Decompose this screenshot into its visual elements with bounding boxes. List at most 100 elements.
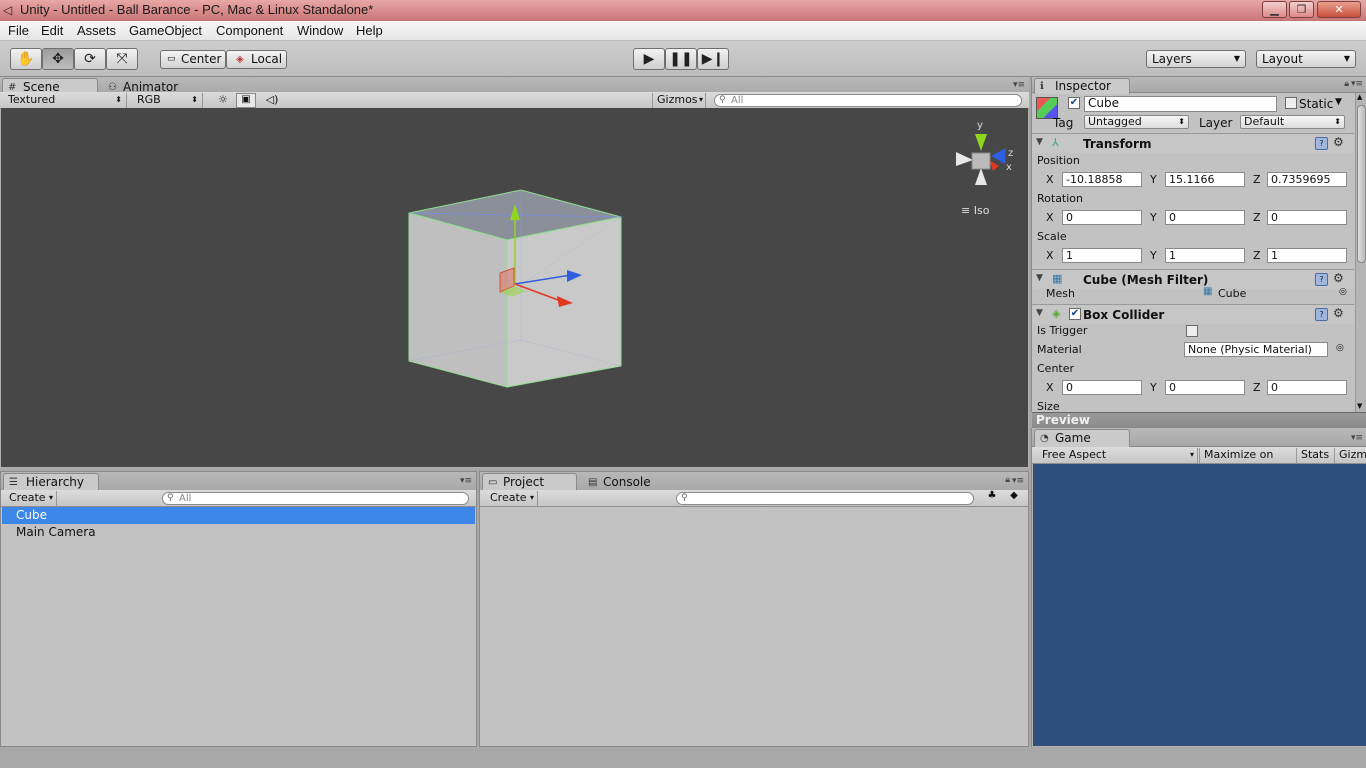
game-view[interactable] [1033, 464, 1366, 746]
gizmos-dropdown[interactable]: Gizmos ▾ [652, 93, 706, 108]
move-tool-button[interactable]: ✥ [42, 48, 74, 70]
panel-menu-icon[interactable]: ▾≡ [460, 476, 472, 486]
help-book-icon[interactable]: ? [1315, 308, 1328, 321]
image-icon: ▣ [241, 94, 251, 105]
filter-by-type-button[interactable]: ♣ [982, 490, 1002, 501]
pivot-label: Center [181, 52, 222, 66]
game-gizmos-toggle[interactable]: Gizmos [1335, 448, 1366, 463]
gear-icon[interactable]: ⚙ [1333, 271, 1344, 285]
tab-console[interactable]: ▤ Console [582, 473, 672, 491]
menu-window[interactable]: Window [297, 23, 343, 38]
scene-audio-toggle[interactable]: ◁) [262, 93, 282, 106]
panel-menu-icon[interactable]: ▾≡ [1351, 79, 1363, 89]
minimize-button[interactable]: ▁ [1262, 1, 1287, 18]
scene-search-input[interactable]: ⚲ All [714, 94, 1022, 107]
scene-viewport[interactable]: y z x ≡ Iso [1, 108, 1028, 467]
tag-value: Untagged [1088, 115, 1142, 128]
orientation-gizmo[interactable]: y z x [956, 120, 1013, 185]
center-z-field[interactable]: 0 [1267, 380, 1347, 395]
tab-project[interactable]: ▭ Project [482, 473, 577, 491]
scroll-down-icon[interactable]: ▼ [1357, 402, 1362, 410]
project-search-input[interactable]: ⚲ [676, 492, 974, 505]
tag-dropdown[interactable]: Untagged ⬍ [1084, 115, 1189, 129]
lock-icon[interactable]: 🔒︎ [1344, 79, 1349, 89]
project-create-dropdown[interactable]: Create ▾ [486, 491, 538, 506]
box-collider-enabled-checkbox[interactable]: ✔ [1069, 308, 1081, 320]
scene-lighting-toggle[interactable]: ☼ [213, 93, 233, 106]
stats-toggle[interactable]: Stats [1297, 448, 1335, 463]
hierarchy-item-main-camera[interactable]: Main Camera [2, 524, 475, 541]
pivot-toggle[interactable]: ▭ Center [160, 50, 226, 69]
aspect-dropdown[interactable]: Free Aspect ▾ [1038, 448, 1198, 463]
object-picker-icon[interactable]: ◎ [1336, 343, 1344, 353]
color-mode-dropdown[interactable]: RGB ⬍ [133, 93, 203, 108]
panel-menu-icon[interactable]: ▾≡ [1012, 476, 1024, 486]
center-x-field[interactable]: 0 [1062, 380, 1142, 395]
hierarchy-item-cube[interactable]: Cube [2, 507, 475, 524]
maximize-button[interactable]: ❐ [1289, 1, 1314, 18]
scene-canvas[interactable]: y z x [1, 108, 1028, 467]
scene-fx-toggle[interactable]: ▣ [236, 93, 256, 108]
rotation-z-field[interactable]: 0 [1267, 210, 1347, 225]
position-y-field[interactable]: 15.1166 [1165, 172, 1245, 187]
mesh-value[interactable]: Cube [1218, 287, 1246, 300]
menu-gameobject[interactable]: GameObject [129, 23, 202, 38]
help-book-icon[interactable]: ? [1315, 273, 1328, 286]
active-checkbox[interactable]: ✔ [1068, 97, 1080, 109]
menu-file[interactable]: File [8, 23, 29, 38]
static-dropdown-arrow[interactable]: ▼ [1335, 97, 1342, 107]
tab-inspector[interactable]: ℹ Inspector [1034, 78, 1130, 94]
panel-menu-icon[interactable]: ▾≡ [1013, 80, 1025, 90]
hierarchy-create-dropdown[interactable]: Create ▾ [5, 491, 57, 506]
play-button[interactable]: ▶ [633, 48, 665, 70]
layers-dropdown[interactable]: Layers ▼ [1146, 50, 1246, 68]
inspector-scrollbar[interactable]: ▲ ▼ [1355, 93, 1366, 412]
tab-game[interactable]: ◔ Game [1034, 429, 1130, 447]
material-field[interactable]: None (Physic Material) [1184, 342, 1328, 357]
scale-y-field[interactable]: 1 [1165, 248, 1245, 263]
scale-x-field[interactable]: 1 [1062, 248, 1142, 263]
box-collider-header[interactable]: ▼ ◈ ✔ Box Collider ? ⚙ [1032, 304, 1354, 324]
object-name-input[interactable]: Cube [1084, 96, 1277, 112]
filter-by-label-button[interactable]: ◆ [1004, 490, 1024, 501]
is-trigger-label: Is Trigger [1037, 324, 1088, 337]
is-trigger-checkbox[interactable] [1186, 325, 1198, 337]
render-mode-dropdown[interactable]: Textured ⬍ [4, 93, 127, 108]
scroll-up-icon[interactable]: ▲ [1357, 93, 1362, 101]
game-tab-bar: ◔ Game ▾≡ [1032, 428, 1366, 447]
scale-tool-button[interactable]: ⤧ [106, 48, 138, 70]
preview-header[interactable]: Preview [1032, 412, 1366, 428]
maximize-on-play-toggle[interactable]: Maximize on Play [1199, 448, 1297, 475]
lock-icon[interactable]: 🔒︎ [1005, 475, 1010, 485]
scrollbar-thumb[interactable] [1357, 105, 1366, 263]
center-y-field[interactable]: 0 [1165, 380, 1245, 395]
layout-dropdown[interactable]: Layout ▼ [1256, 50, 1356, 68]
step-button[interactable]: ▶❙ [697, 48, 729, 70]
object-picker-icon[interactable]: ◎ [1339, 287, 1347, 297]
menu-help[interactable]: Help [356, 23, 383, 38]
position-x-field[interactable]: -10.18858 [1062, 172, 1142, 187]
hierarchy-search-input[interactable]: ⚲ All [162, 492, 469, 505]
layer-dropdown[interactable]: Default ⬍ [1240, 115, 1345, 129]
space-toggle[interactable]: ◈ Local [226, 50, 287, 69]
hand-tool-button[interactable]: ✋ [10, 48, 42, 70]
menu-edit[interactable]: Edit [41, 23, 63, 38]
static-checkbox[interactable] [1285, 97, 1297, 109]
rotation-y-field[interactable]: 0 [1165, 210, 1245, 225]
iso-toggle[interactable]: ≡ Iso [961, 204, 989, 217]
mesh-filter-header[interactable]: ▼ ▦ Cube (Mesh Filter) ? ⚙ [1032, 269, 1354, 289]
pause-button[interactable]: ❚❚ [665, 48, 697, 70]
gear-icon[interactable]: ⚙ [1333, 135, 1344, 149]
rotation-x-field[interactable]: 0 [1062, 210, 1142, 225]
menu-component[interactable]: Component [216, 23, 283, 38]
position-z-field[interactable]: 0.7359695 [1267, 172, 1347, 187]
menu-assets[interactable]: Assets [77, 23, 116, 38]
close-window-button[interactable]: ✕ [1317, 1, 1361, 18]
tab-hierarchy[interactable]: ☰ Hierarchy [3, 473, 99, 491]
transform-header[interactable]: ▼ ⅄ Transform ? ⚙ [1032, 133, 1354, 153]
scale-z-field[interactable]: 1 [1267, 248, 1347, 263]
help-book-icon[interactable]: ? [1315, 137, 1328, 150]
gear-icon[interactable]: ⚙ [1333, 306, 1344, 320]
panel-menu-icon[interactable]: ▾≡ [1351, 433, 1363, 443]
rotate-tool-button[interactable]: ⟳ [74, 48, 106, 70]
